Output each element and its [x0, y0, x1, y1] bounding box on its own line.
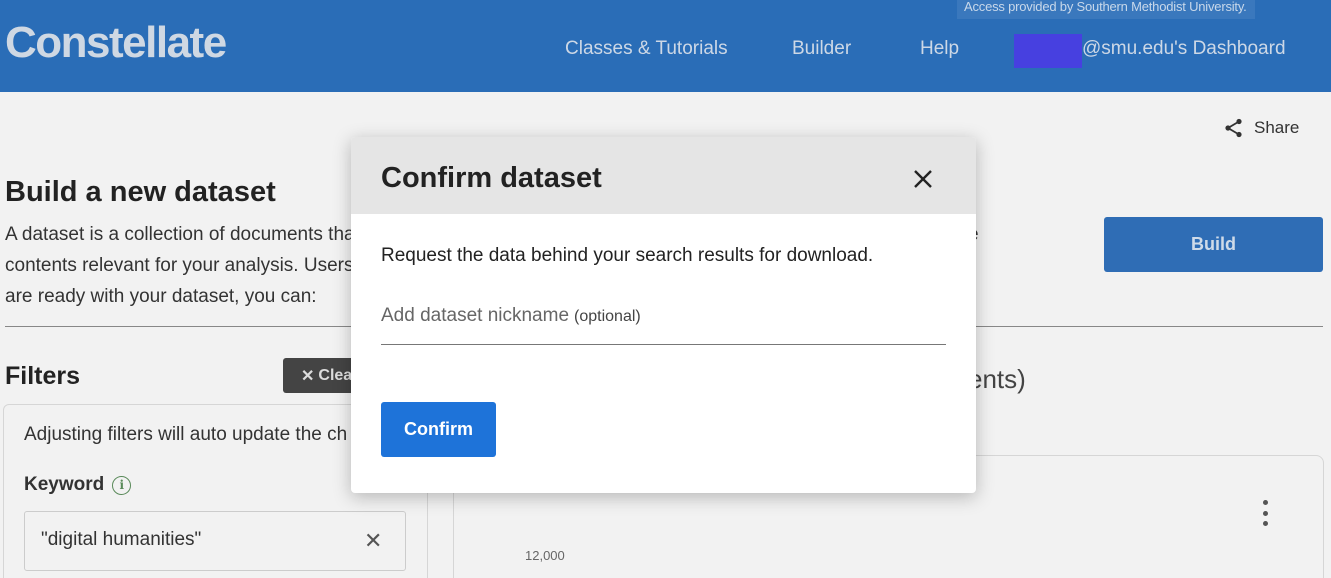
nav-dashboard[interactable]: @smu.edu's Dashboard: [1082, 38, 1286, 60]
nav-help[interactable]: Help: [920, 38, 959, 60]
share-button[interactable]: Share: [1224, 118, 1299, 138]
intro-line: contents relevant for your analysis. Use…: [5, 255, 354, 276]
info-icon[interactable]: i: [112, 475, 132, 495]
constellate-logo[interactable]: Constellate: [5, 18, 227, 68]
intro-line: are ready with your dataset, you can:: [5, 286, 317, 307]
confirm-dataset-modal: Confirm dataset Request the data behind …: [351, 137, 976, 493]
share-label: Share: [1254, 118, 1300, 137]
redacted-username: [1014, 34, 1082, 68]
nickname-placeholder: Add dataset nickname: [381, 305, 570, 326]
close-icon[interactable]: [911, 167, 935, 191]
chart-axis-tick: 12,000: [525, 548, 565, 563]
results-heading: ents): [968, 364, 1026, 394]
intro-text: A dataset is a collection of documents t…: [5, 219, 365, 312]
filters-title: Filters: [5, 362, 81, 390]
nav-classes-tutorials[interactable]: Classes & Tutorials: [565, 38, 728, 60]
confirm-button[interactable]: Confirm: [381, 402, 496, 457]
more-options-icon[interactable]: [1258, 500, 1272, 526]
keyword-chip-value: "digital humanities": [41, 529, 202, 550]
keyword-label-text: Keyword: [24, 474, 105, 495]
clear-filters-label: Clea: [318, 366, 353, 384]
close-icon: ✕: [301, 367, 315, 385]
dataset-nickname-input[interactable]: Add dataset nickname (optional): [381, 305, 946, 345]
build-button[interactable]: Build: [1104, 217, 1323, 272]
page-title: Build a new dataset: [5, 176, 276, 208]
modal-title: Confirm dataset: [381, 162, 602, 194]
keyword-label: Keyword i: [24, 474, 132, 496]
modal-description: Request the data behind your search resu…: [381, 245, 874, 266]
share-icon: [1225, 118, 1242, 138]
intro-line: A dataset is a collection of documents t…: [5, 224, 355, 245]
filters-note: Adjusting filters will auto update the c…: [24, 424, 348, 445]
nickname-optional-hint: (optional): [574, 308, 641, 325]
modal-header: Confirm dataset: [351, 137, 976, 214]
nav-builder[interactable]: Builder: [792, 38, 851, 60]
keyword-clear-icon[interactable]: ✕: [364, 528, 382, 554]
top-header: Access provided by Southern Methodist Un…: [0, 0, 1331, 92]
access-provider-note: Access provided by Southern Methodist Un…: [957, 0, 1255, 19]
